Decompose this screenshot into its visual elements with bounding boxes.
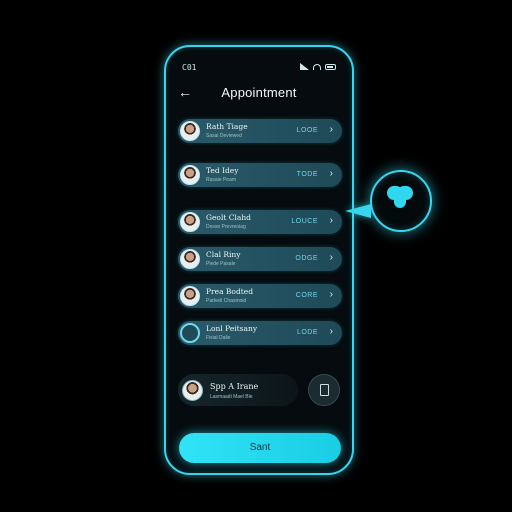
appointment-row[interactable]: Rath Tiage Sasai Deviewed LOOE › — [178, 119, 342, 143]
avatar — [180, 286, 200, 306]
chevron-right-icon: › — [329, 326, 333, 337]
document-button[interactable] — [308, 374, 340, 406]
bubble-pointer — [345, 204, 371, 218]
appointment-code: CORE — [295, 292, 318, 299]
summary-subtitle: Lasmaadi Mael Ble — [210, 394, 253, 400]
appointment-code: LOOE — [296, 127, 318, 134]
appointment-code: ODGE — [295, 255, 318, 262]
chevron-right-icon: › — [329, 124, 333, 135]
chevron-right-icon: › — [329, 168, 333, 179]
avatar — [180, 165, 200, 185]
avatar — [180, 121, 200, 141]
page-title: Appointment — [221, 85, 297, 100]
status-bar: C01 — [182, 63, 336, 75]
appointment-name: Rath Tiage — [206, 122, 248, 131]
appointment-name: Clal Riny — [206, 250, 241, 259]
chevron-right-icon: › — [329, 215, 333, 226]
start-button[interactable]: Sant — [179, 433, 341, 463]
floating-action-bubble[interactable] — [370, 170, 432, 232]
chevron-right-icon: › — [329, 289, 333, 300]
appointment-subtitle: Dosse Prevreoiag — [206, 224, 246, 230]
appointment-row[interactable]: Ted Idey Rasaie Peam TODE › — [178, 163, 342, 187]
appointment-subtitle: Rasaie Peam — [206, 177, 237, 183]
status-time: C01 — [182, 63, 197, 72]
battery-icon — [325, 63, 336, 70]
summary-name: Spp A Irane — [210, 382, 259, 391]
summary-card[interactable]: Spp A Irane Lasmaadi Mael Ble — [178, 374, 298, 406]
heart-plus-icon — [387, 186, 415, 214]
appointment-row[interactable]: Lonl Peitsany Fisial Dalie LODE › — [178, 321, 342, 345]
appointment-code: TODE — [296, 171, 318, 178]
avatar — [180, 249, 200, 269]
appointment-subtitle: Fisial Dalie — [206, 335, 231, 341]
appointment-row[interactable]: Geolt Clahd Dosse Prevreoiag LOUCE › — [178, 210, 342, 234]
appointment-code: LODE — [296, 329, 318, 336]
appointment-name: Ted Idey — [206, 166, 239, 175]
avatar — [182, 380, 203, 401]
appointment-subtitle: Sasai Deviewed — [206, 133, 242, 139]
chevron-right-icon: › — [329, 252, 333, 263]
avatar — [180, 212, 200, 232]
status-icons — [300, 63, 336, 70]
appointment-row[interactable]: Prea Bodted Padvell Chasmoid CORE › — [178, 284, 342, 308]
appointment-code: LOUCE — [291, 218, 318, 225]
appointment-subtitle: Plede Pasale — [206, 261, 236, 267]
document-icon — [320, 384, 329, 396]
appointment-subtitle: Padvell Chasmoid — [206, 298, 247, 304]
appointment-row[interactable]: Clal Riny Plede Pasale ODGE › — [178, 247, 342, 271]
signal-icon — [300, 63, 309, 70]
avatar — [180, 323, 200, 343]
phone-frame: C01 ← Appointment Rath Tiage Sasai Devie… — [164, 45, 354, 475]
header: ← Appointment — [166, 83, 352, 103]
appointment-name: Prea Bodted — [206, 287, 254, 296]
appointment-name: Lonl Peitsany — [206, 324, 258, 333]
appointment-name: Geolt Clahd — [206, 213, 251, 222]
wifi-icon — [313, 63, 321, 70]
